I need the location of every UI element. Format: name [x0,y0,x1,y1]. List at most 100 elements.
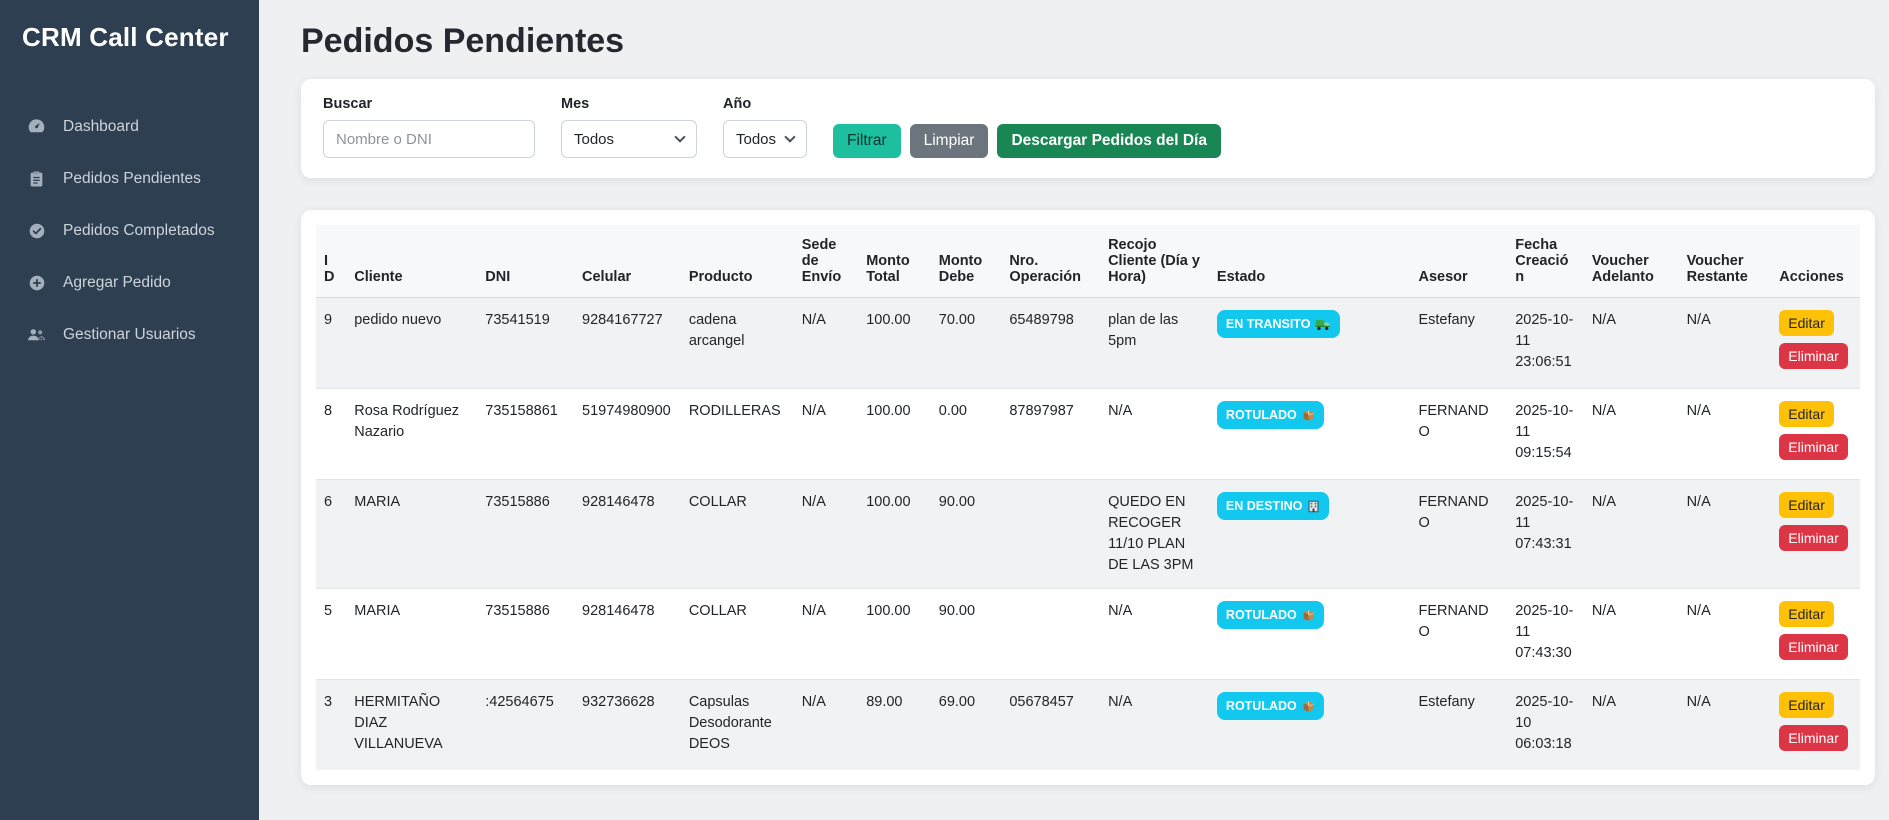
cell-fecha: 2025-10-10 06:03:18 [1507,680,1584,771]
cell-fecha: 2025-10-11 09:15:54 [1507,389,1584,480]
cell-dni: 73541519 [477,298,574,389]
page-title: Pedidos Pendientes [301,22,1875,61]
filter-button[interactable]: Filtrar [833,124,901,158]
column-header: Fecha Creación [1507,225,1584,298]
building-icon [1307,500,1320,513]
clear-button[interactable]: Limpiar [910,124,989,158]
cell-id: 9 [316,298,346,389]
cell-celular: 928146478 [574,480,681,589]
month-label: Mes [561,96,697,112]
table-row: 6MARIA73515886928146478COLLARN/A100.0090… [316,480,1860,589]
cell-dni: 73515886 [477,480,574,589]
table-row: 9pedido nuevo735415199284167727cadena ar… [316,298,1860,389]
sidebar-item-gestionar-usuarios[interactable]: Gestionar Usuarios [0,313,259,356]
cell-fecha: 2025-10-11 23:06:51 [1507,298,1584,389]
cell-asesor: FERNANDO [1410,389,1507,480]
cell-asesor: Estefany [1410,298,1507,389]
cell-voucher_adelanto: N/A [1584,298,1679,389]
cell-estado: ROTULADO [1209,389,1411,480]
month-select[interactable]: Todos [561,120,697,158]
cell-cliente: HERMITAÑO DIAZ VILLANUEVA [346,680,477,771]
column-header: Estado [1209,225,1411,298]
dashboard-icon [27,117,46,136]
cell-acciones: Editar Eliminar [1771,589,1860,680]
cell-estado: ROTULADO [1209,589,1411,680]
cell-producto: RODILLERAS [681,389,794,480]
cell-voucher_restante: N/A [1679,480,1772,589]
sidebar-item-pedidos-pendientes[interactable]: Pedidos Pendientes [0,157,259,200]
sidebar-nav: Dashboard Pedidos Pendientes Pedidos Com… [0,105,259,356]
column-header: Cliente [346,225,477,298]
cell-asesor: FERNANDO [1410,589,1507,680]
delete-button[interactable]: Eliminar [1779,634,1848,660]
cell-monto_total: 100.00 [858,480,931,589]
plus-circle-icon [27,273,46,292]
sidebar-item-dashboard[interactable]: Dashboard [0,105,259,148]
delete-button[interactable]: Eliminar [1779,434,1848,460]
cell-monto_debe: 0.00 [931,389,1002,480]
cell-celular: 51974980900 [574,389,681,480]
orders-table-card: IDClienteDNICelularProductoSede de Envío… [301,210,1875,785]
column-header: Producto [681,225,794,298]
edit-button[interactable]: Editar [1779,692,1834,718]
sidebar-item-label: Gestionar Usuarios [63,326,196,344]
edit-button[interactable]: Editar [1779,601,1834,627]
users-gear-icon [27,325,46,344]
cell-nro_operacion: 87897987 [1001,389,1100,480]
cell-recojo: plan de las 5pm [1100,298,1209,389]
cell-estado: ROTULADO [1209,680,1411,771]
cell-asesor: FERNANDO [1410,480,1507,589]
sidebar-item-pedidos-completados[interactable]: Pedidos Completados [0,209,259,252]
cell-acciones: Editar Eliminar [1771,389,1860,480]
month-select-value: Todos [574,131,614,148]
sidebar-item-agregar-pedido[interactable]: Agregar Pedido [0,261,259,304]
cell-id: 8 [316,389,346,480]
table-row: 3HERMITAÑO DIAZ VILLANUEVA:4256467593273… [316,680,1860,771]
cell-monto_debe: 90.00 [931,480,1002,589]
cell-acciones: Editar Eliminar [1771,298,1860,389]
column-header: Nro. Operación [1001,225,1100,298]
cell-acciones: Editar Eliminar [1771,680,1860,771]
column-header: ID [316,225,346,298]
cell-producto: Capsulas Desodorante DEOS [681,680,794,771]
chevron-down-icon [784,131,795,142]
edit-button[interactable]: Editar [1779,401,1834,427]
status-label: EN DESTINO [1226,497,1302,515]
search-input[interactable] [323,120,535,158]
cell-nro_operacion: 05678457 [1001,680,1100,771]
cell-cliente: pedido nuevo [346,298,477,389]
check-circle-icon [27,221,46,240]
column-header: Monto Total [858,225,931,298]
cell-dni: 73515886 [477,589,574,680]
cell-sede: N/A [794,480,859,589]
cell-monto_debe: 70.00 [931,298,1002,389]
edit-button[interactable]: Editar [1779,492,1834,518]
download-orders-button[interactable]: Descargar Pedidos del Día [997,124,1221,158]
main-content: Pedidos Pendientes Buscar Mes Todos Año … [259,0,1889,820]
cell-cliente: MARIA [346,480,477,589]
column-header: DNI [477,225,574,298]
year-label: Año [723,96,807,112]
table-row: 8Rosa Rodríguez Nazario73515886151974980… [316,389,1860,480]
truck-icon [1315,318,1331,331]
cell-celular: 9284167727 [574,298,681,389]
column-header: Voucher Adelanto [1584,225,1679,298]
status-label: ROTULADO [1226,697,1297,715]
chevron-down-icon [674,131,685,142]
cell-estado: EN DESTINO [1209,480,1411,589]
cell-producto: COLLAR [681,589,794,680]
delete-button[interactable]: Eliminar [1779,343,1848,369]
package-icon [1302,409,1315,422]
delete-button[interactable]: Eliminar [1779,725,1848,751]
app-title: CRM Call Center [0,0,259,63]
filter-panel: Buscar Mes Todos Año Todos Filtrar Limpi… [301,79,1875,178]
cell-recojo: N/A [1100,389,1209,480]
delete-button[interactable]: Eliminar [1779,525,1848,551]
cell-fecha: 2025-10-11 07:43:31 [1507,480,1584,589]
edit-button[interactable]: Editar [1779,310,1834,336]
cell-voucher_restante: N/A [1679,298,1772,389]
cell-recojo: N/A [1100,589,1209,680]
cell-cliente: Rosa Rodríguez Nazario [346,389,477,480]
year-select[interactable]: Todos [723,120,807,158]
cell-voucher_restante: N/A [1679,389,1772,480]
